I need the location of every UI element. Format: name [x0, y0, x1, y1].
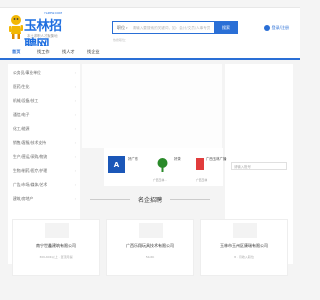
- company-thumb[interactable]: A 好广东: [104, 148, 150, 186]
- company-logo-icon: [157, 158, 168, 172]
- category-label: 生物/制药/医疗/护理: [13, 168, 48, 173]
- footer-strip: [0, 282, 300, 300]
- company-meta: 8 · 月收入职位: [234, 255, 254, 259]
- company-name: 广西乐翔玩具技术有限公司: [126, 243, 174, 248]
- divider: [170, 199, 210, 200]
- nav-item-companies[interactable]: 找企业: [87, 49, 100, 55]
- main-nav: 首页 找工作 找人才 找企业: [0, 46, 300, 60]
- category-item[interactable]: 机械/设备/技工 ›: [8, 94, 80, 108]
- company-meta: 30K-60K以上 · 置顶月提: [39, 255, 73, 259]
- top-bar: [0, 0, 300, 8]
- category-label: 公务员/事业单位: [13, 70, 41, 75]
- chevron-right-icon: ›: [74, 141, 76, 145]
- banner-area[interactable]: [82, 64, 222, 148]
- category-item[interactable]: 销售/客服/技术支持 ›: [8, 136, 80, 150]
- company-thumb[interactable]: 好茶 广西玉林...: [150, 148, 196, 186]
- hot-keywords: 热搜职位：: [113, 38, 129, 42]
- company-sub: 广西玉林...: [153, 178, 167, 182]
- company-sub: 广西玉林: [196, 178, 208, 182]
- company-logo-icon: [233, 223, 257, 238]
- user-icon: [263, 25, 270, 31]
- category-label: 机械/设备/技工: [13, 98, 39, 103]
- chevron-right-icon: ›: [74, 183, 76, 187]
- section-title: 名企招聘: [137, 197, 162, 204]
- company-logo-icon: [196, 158, 204, 170]
- search-bar: 职位 ▾ 搜索: [112, 21, 238, 34]
- chevron-right-icon: ›: [74, 85, 76, 89]
- company-card[interactable]: 广西乐翔玩具技术有限公司 5K-6K: [106, 219, 194, 276]
- company-logo-icon: A: [108, 156, 125, 173]
- login-register-link[interactable]: 登录/注册: [263, 25, 289, 31]
- famous-companies-header: 名企招聘: [0, 188, 300, 212]
- category-item[interactable]: 医药/生化 ›: [8, 80, 80, 94]
- chevron-right-icon: ›: [74, 99, 76, 103]
- company-name: 广西玉林广播: [206, 157, 227, 161]
- chevron-right-icon: ›: [74, 127, 76, 131]
- company-card[interactable]: 玉林市玉州区康瑞有限公司 8 · 月收入职位: [200, 219, 288, 276]
- chevron-right-icon: ›: [74, 169, 76, 173]
- site-logo[interactable]: YLZPW.COM 玉林招聘网 本土求职人才聚集地: [9, 11, 69, 53]
- search-input[interactable]: [130, 22, 214, 33]
- category-item[interactable]: 公务员/事业单位 ›: [8, 66, 80, 80]
- company-meta: 5K-6K: [145, 255, 155, 259]
- nav-item-talent[interactable]: 找人才: [62, 49, 75, 55]
- search-button[interactable]: 搜索: [214, 21, 238, 34]
- search-type-select[interactable]: 职位 ▾: [113, 25, 131, 31]
- category-item[interactable]: 通信/电子 ›: [8, 108, 80, 122]
- company-name: 好广东: [128, 157, 139, 161]
- page: YLZPW.COM 玉林招聘网 本土求职人才聚集地 职位 ▾ 搜索 登录/注册 …: [0, 0, 300, 300]
- category-label: 销售/客服/技术支持: [13, 140, 46, 145]
- account-field[interactable]: 请输入账号: [231, 162, 287, 170]
- category-label: 医药/生化: [13, 84, 30, 89]
- nav-item-jobs[interactable]: 找工作: [37, 49, 50, 55]
- company-logo-icon: [45, 223, 69, 238]
- chevron-right-icon: ›: [74, 155, 76, 159]
- nav-item-home[interactable]: 首页: [12, 49, 20, 55]
- company-thumb[interactable]: 广西玉林广播 广西玉林: [193, 148, 227, 186]
- chevron-right-icon: ›: [74, 113, 76, 117]
- header: YLZPW.COM 玉林招聘网 本土求职人才聚集地 职位 ▾ 搜索 登录/注册 …: [0, 8, 300, 53]
- mascot-icon: [9, 15, 23, 39]
- svg-text:A: A: [114, 161, 120, 169]
- category-label: 化工/能源: [13, 126, 30, 131]
- category-label: 生产/营运/采购/物流: [13, 154, 48, 159]
- category-item[interactable]: 化工/能源 ›: [8, 122, 80, 136]
- chevron-down-icon: ▾: [126, 25, 128, 30]
- chevron-right-icon: ›: [74, 71, 76, 75]
- company-logo-icon: [139, 223, 163, 238]
- company-name: 南宁世鑫建筑有限公司: [36, 243, 76, 248]
- company-name: 好茶: [174, 157, 181, 161]
- search-type-label: 职位: [117, 24, 125, 30]
- category-item[interactable]: 生产/营运/采购/物流 ›: [8, 150, 80, 164]
- company-name: 玉林市玉州区康瑞有限公司: [220, 243, 268, 248]
- company-card[interactable]: 南宁世鑫建筑有限公司 30K-60K以上 · 置顶月提: [12, 219, 100, 276]
- category-label: 通信/电子: [13, 112, 30, 117]
- category-item[interactable]: 生物/制药/医疗/护理 ›: [8, 164, 80, 178]
- logo-slogan: 本土求职人才聚集地: [27, 34, 58, 38]
- login-label: 登录/注册: [271, 25, 289, 30]
